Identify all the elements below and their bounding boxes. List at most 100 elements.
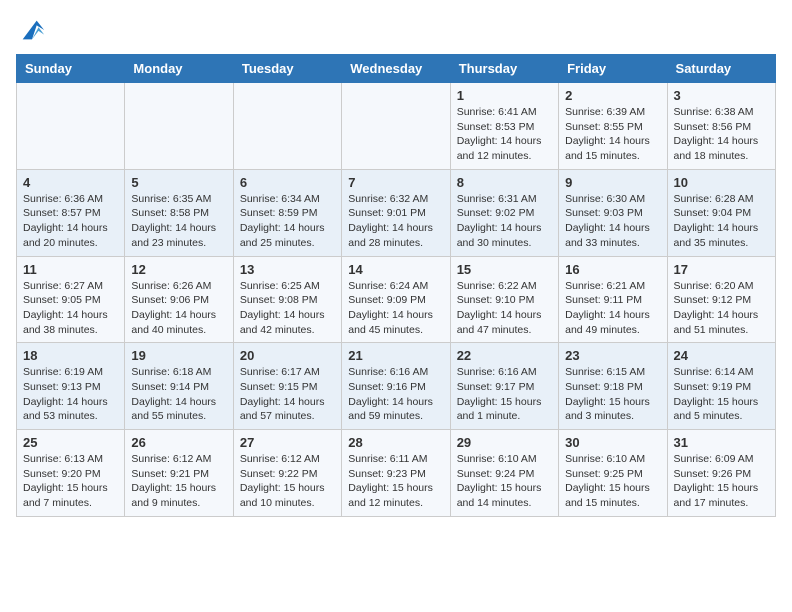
cell-content: Sunrise: 6:36 AM Sunset: 8:57 PM Dayligh… [23, 192, 118, 251]
day-number: 3 [674, 88, 769, 103]
logo [16, 16, 46, 44]
cell-content: Sunrise: 6:20 AM Sunset: 9:12 PM Dayligh… [674, 279, 769, 338]
day-header-saturday: Saturday [667, 55, 775, 83]
day-number: 8 [457, 175, 552, 190]
cell-content: Sunrise: 6:21 AM Sunset: 9:11 PM Dayligh… [565, 279, 660, 338]
calendar-cell: 27 Sunrise: 6:12 AM Sunset: 9:22 PM Dayli… [233, 430, 341, 517]
calendar-cell: 14 Sunrise: 6:24 AM Sunset: 9:09 PM Dayli… [342, 256, 450, 343]
calendar-cell: 8 Sunrise: 6:31 AM Sunset: 9:02 PM Daylig… [450, 169, 558, 256]
day-number: 22 [457, 348, 552, 363]
cell-content: Sunrise: 6:17 AM Sunset: 9:15 PM Dayligh… [240, 365, 335, 424]
cell-content: Sunrise: 6:27 AM Sunset: 9:05 PM Dayligh… [23, 279, 118, 338]
calendar-cell [233, 83, 341, 170]
day-number: 5 [131, 175, 226, 190]
calendar-cell: 4Sunrise: 6:36 AM Sunset: 8:57 PM Daylig… [17, 169, 125, 256]
day-number: 21 [348, 348, 443, 363]
cell-content: Sunrise: 6:38 AM Sunset: 8:56 PM Dayligh… [674, 105, 769, 164]
day-number: 24 [674, 348, 769, 363]
calendar-cell: 6 Sunrise: 6:34 AM Sunset: 8:59 PM Daylig… [233, 169, 341, 256]
day-number: 1 [457, 88, 552, 103]
cell-content: Sunrise: 6:32 AM Sunset: 9:01 PM Dayligh… [348, 192, 443, 251]
calendar-cell: 2Sunrise: 6:39 AM Sunset: 8:55 PM Daylig… [559, 83, 667, 170]
calendar-cell: 15 Sunrise: 6:22 AM Sunset: 9:10 PM Dayli… [450, 256, 558, 343]
day-number: 30 [565, 435, 660, 450]
day-number: 26 [131, 435, 226, 450]
cell-content: Sunrise: 6:13 AM Sunset: 9:20 PM Dayligh… [23, 452, 118, 511]
cell-content: Sunrise: 6:11 AM Sunset: 9:23 PM Dayligh… [348, 452, 443, 511]
calendar-cell [342, 83, 450, 170]
day-header-sunday: Sunday [17, 55, 125, 83]
day-number: 17 [674, 262, 769, 277]
calendar-cell: 31Sunrise: 6:09 AM Sunset: 9:26 PM Dayli… [667, 430, 775, 517]
calendar-cell: 18Sunrise: 6:19 AM Sunset: 9:13 PM Dayli… [17, 343, 125, 430]
cell-content: Sunrise: 6:41 AM Sunset: 8:53 PM Dayligh… [457, 105, 552, 164]
calendar-cell: 24Sunrise: 6:14 AM Sunset: 9:19 PM Dayli… [667, 343, 775, 430]
cell-content: Sunrise: 6:10 AM Sunset: 9:25 PM Dayligh… [565, 452, 660, 511]
calendar-cell: 26 Sunrise: 6:12 AM Sunset: 9:21 PM Dayli… [125, 430, 233, 517]
day-header-friday: Friday [559, 55, 667, 83]
cell-content: Sunrise: 6:24 AM Sunset: 9:09 PM Dayligh… [348, 279, 443, 338]
calendar-cell: 20 Sunrise: 6:17 AM Sunset: 9:15 PM Dayli… [233, 343, 341, 430]
cell-content: Sunrise: 6:35 AM Sunset: 8:58 PM Dayligh… [131, 192, 226, 251]
calendar-cell: 1 Sunrise: 6:41 AM Sunset: 8:53 PM Daylig… [450, 83, 558, 170]
day-number: 27 [240, 435, 335, 450]
calendar-cell [125, 83, 233, 170]
calendar-cell: 3 Sunrise: 6:38 AM Sunset: 8:56 PM Daylig… [667, 83, 775, 170]
day-headers-row: SundayMondayTuesdayWednesdayThursdayFrid… [17, 55, 776, 83]
calendar-cell: 17 Sunrise: 6:20 AM Sunset: 9:12 PM Dayli… [667, 256, 775, 343]
cell-content: Sunrise: 6:19 AM Sunset: 9:13 PM Dayligh… [23, 365, 118, 424]
cell-content: Sunrise: 6:25 AM Sunset: 9:08 PM Dayligh… [240, 279, 335, 338]
day-number: 14 [348, 262, 443, 277]
calendar-cell: 11Sunrise: 6:27 AM Sunset: 9:05 PM Dayli… [17, 256, 125, 343]
calendar-cell: 22 Sunrise: 6:16 AM Sunset: 9:17 PM Dayli… [450, 343, 558, 430]
day-number: 29 [457, 435, 552, 450]
day-number: 28 [348, 435, 443, 450]
week-row-4: 18Sunrise: 6:19 AM Sunset: 9:13 PM Dayli… [17, 343, 776, 430]
cell-content: Sunrise: 6:34 AM Sunset: 8:59 PM Dayligh… [240, 192, 335, 251]
cell-content: Sunrise: 6:16 AM Sunset: 9:16 PM Dayligh… [348, 365, 443, 424]
day-header-monday: Monday [125, 55, 233, 83]
cell-content: Sunrise: 6:12 AM Sunset: 9:21 PM Dayligh… [131, 452, 226, 511]
calendar-cell: 5 Sunrise: 6:35 AM Sunset: 8:58 PM Daylig… [125, 169, 233, 256]
day-number: 25 [23, 435, 118, 450]
week-row-3: 11Sunrise: 6:27 AM Sunset: 9:05 PM Dayli… [17, 256, 776, 343]
day-header-wednesday: Wednesday [342, 55, 450, 83]
cell-content: Sunrise: 6:15 AM Sunset: 9:18 PM Dayligh… [565, 365, 660, 424]
day-number: 7 [348, 175, 443, 190]
cell-content: Sunrise: 6:31 AM Sunset: 9:02 PM Dayligh… [457, 192, 552, 251]
cell-content: Sunrise: 6:22 AM Sunset: 9:10 PM Dayligh… [457, 279, 552, 338]
cell-content: Sunrise: 6:10 AM Sunset: 9:24 PM Dayligh… [457, 452, 552, 511]
day-number: 19 [131, 348, 226, 363]
calendar-cell: 29 Sunrise: 6:10 AM Sunset: 9:24 PM Dayli… [450, 430, 558, 517]
calendar-cell: 23 Sunrise: 6:15 AM Sunset: 9:18 PM Dayli… [559, 343, 667, 430]
day-number: 20 [240, 348, 335, 363]
calendar-cell: 16Sunrise: 6:21 AM Sunset: 9:11 PM Dayli… [559, 256, 667, 343]
day-number: 10 [674, 175, 769, 190]
calendar-cell: 25 Sunrise: 6:13 AM Sunset: 9:20 PM Dayli… [17, 430, 125, 517]
cell-content: Sunrise: 6:30 AM Sunset: 9:03 PM Dayligh… [565, 192, 660, 251]
day-number: 23 [565, 348, 660, 363]
cell-content: Sunrise: 6:09 AM Sunset: 9:26 PM Dayligh… [674, 452, 769, 511]
week-row-1: 1 Sunrise: 6:41 AM Sunset: 8:53 PM Daylig… [17, 83, 776, 170]
cell-content: Sunrise: 6:18 AM Sunset: 9:14 PM Dayligh… [131, 365, 226, 424]
day-number: 9 [565, 175, 660, 190]
day-header-tuesday: Tuesday [233, 55, 341, 83]
page-header [16, 16, 776, 44]
day-number: 13 [240, 262, 335, 277]
calendar-cell: 10 Sunrise: 6:28 AM Sunset: 9:04 PM Dayli… [667, 169, 775, 256]
calendar: SundayMondayTuesdayWednesdayThursdayFrid… [16, 54, 776, 517]
day-number: 12 [131, 262, 226, 277]
cell-content: Sunrise: 6:28 AM Sunset: 9:04 PM Dayligh… [674, 192, 769, 251]
calendar-cell: 13 Sunrise: 6:25 AM Sunset: 9:08 PM Dayli… [233, 256, 341, 343]
cell-content: Sunrise: 6:26 AM Sunset: 9:06 PM Dayligh… [131, 279, 226, 338]
cell-content: Sunrise: 6:16 AM Sunset: 9:17 PM Dayligh… [457, 365, 552, 424]
calendar-cell: 19 Sunrise: 6:18 AM Sunset: 9:14 PM Dayli… [125, 343, 233, 430]
day-number: 15 [457, 262, 552, 277]
calendar-cell: 9 Sunrise: 6:30 AM Sunset: 9:03 PM Daylig… [559, 169, 667, 256]
calendar-cell [17, 83, 125, 170]
week-row-5: 25 Sunrise: 6:13 AM Sunset: 9:20 PM Dayli… [17, 430, 776, 517]
calendar-cell: 12 Sunrise: 6:26 AM Sunset: 9:06 PM Dayli… [125, 256, 233, 343]
calendar-cell: 7 Sunrise: 6:32 AM Sunset: 9:01 PM Daylig… [342, 169, 450, 256]
cell-content: Sunrise: 6:12 AM Sunset: 9:22 PM Dayligh… [240, 452, 335, 511]
day-number: 6 [240, 175, 335, 190]
